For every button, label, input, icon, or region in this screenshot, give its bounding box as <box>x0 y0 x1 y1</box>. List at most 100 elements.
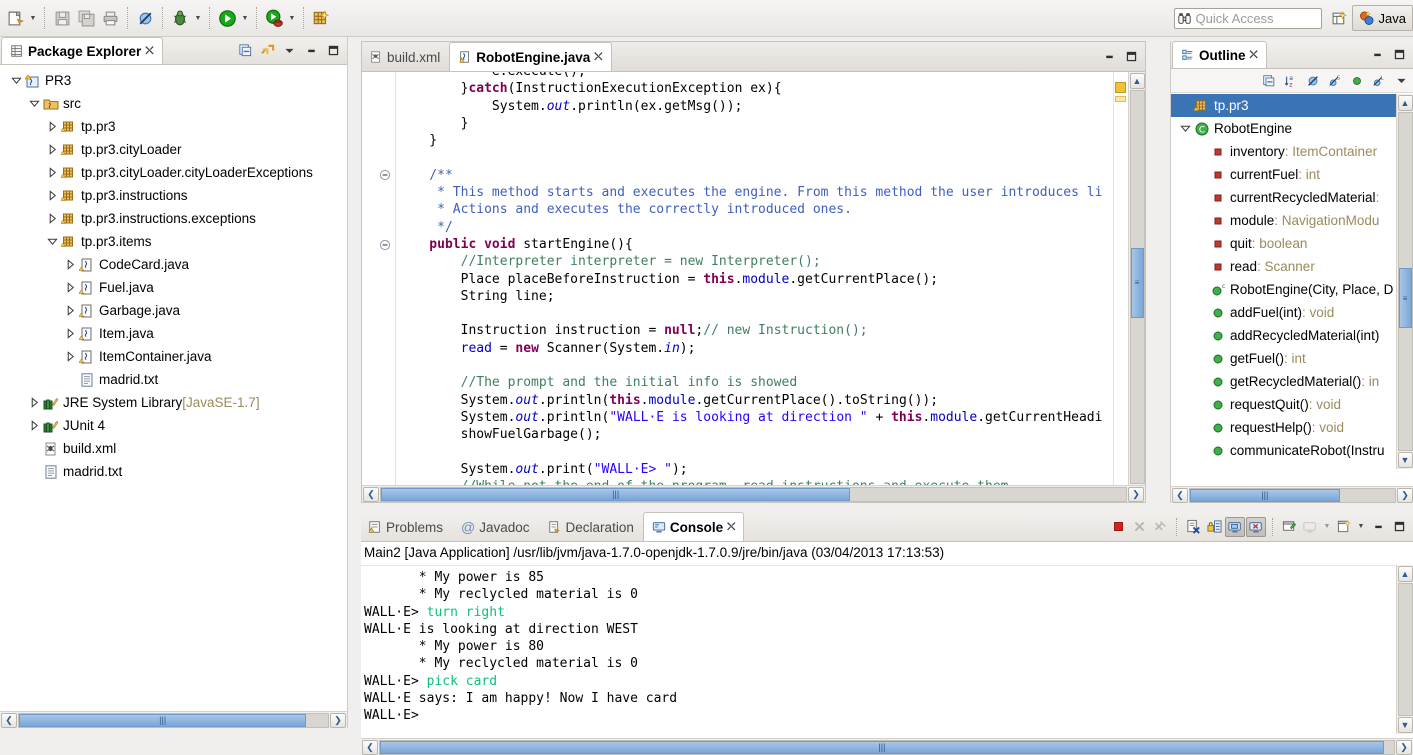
close-icon[interactable]: ⛌ <box>594 50 602 64</box>
console-vscrollbar[interactable]: ▲ ▼ <box>1396 565 1413 734</box>
outline-item[interactable]: currentFuel : int <box>1171 163 1396 186</box>
hscroll-thumb[interactable]: ||| <box>1190 488 1340 502</box>
twisty-expanded-icon[interactable] <box>8 73 24 89</box>
twisty-collapsed-icon[interactable] <box>62 257 78 273</box>
tab-outline[interactable]: Outline ⛌ <box>1172 41 1267 68</box>
outline-item[interactable]: requestHelp() : void <box>1171 416 1396 439</box>
twisty-collapsed-icon[interactable] <box>44 119 60 135</box>
minimize-icon[interactable] <box>301 41 321 61</box>
tree-item[interactable]: madrid.txt <box>0 460 347 483</box>
scroll-right-arrow[interactable]: ❯ <box>1397 487 1413 503</box>
scroll-left-arrow[interactable]: ❮ <box>1 712 17 728</box>
outline-item[interactable]: addRecycledMaterial(int) <box>1171 324 1396 347</box>
link-with-editor-icon[interactable] <box>257 41 277 61</box>
tree-item[interactable]: Garbage.java <box>0 299 347 322</box>
package-explorer-hscrollbar[interactable]: ❮ ||| ❯ <box>0 711 347 728</box>
maximize-icon[interactable] <box>1121 47 1141 67</box>
tab-package-explorer[interactable]: Package Explorer ⛌ <box>1 37 163 64</box>
hscroll-track[interactable]: ||| <box>18 712 329 728</box>
view-menu-icon[interactable] <box>279 41 299 61</box>
scroll-right-arrow[interactable]: ❯ <box>1396 739 1412 755</box>
scroll-right-arrow[interactable]: ❯ <box>330 712 346 728</box>
scroll-left-arrow[interactable]: ❮ <box>363 486 379 502</box>
tree-item[interactable]: Fuel.java <box>0 276 347 299</box>
maximize-icon[interactable] <box>323 41 343 61</box>
twisty-collapsed-icon[interactable] <box>62 303 78 319</box>
twisty-expanded-icon[interactable] <box>26 96 42 112</box>
skip-all-breakpoints-button[interactable] <box>133 6 157 30</box>
package-explorer-tree[interactable]: PR3 src tp.pr3 tp.pr3.cityLoader tp.pr3.city… <box>0 65 347 703</box>
editor-hscrollbar[interactable]: ❮ ||| ❯ <box>362 485 1145 502</box>
twisty-collapsed-icon[interactable] <box>62 280 78 296</box>
clear-console-button[interactable] <box>1183 517 1203 537</box>
tree-item[interactable]: madrid.txt <box>0 368 347 391</box>
tree-item[interactable]: src <box>0 92 347 115</box>
hscroll-thumb[interactable]: ||| <box>381 487 851 501</box>
run-dropdown-arrow[interactable]: ▼ <box>239 6 251 30</box>
outline-item[interactable]: currentRecycledMaterial : <box>1171 186 1396 209</box>
print-button[interactable] <box>98 6 122 30</box>
show-console-on-error-button[interactable] <box>1246 516 1266 537</box>
hscroll-track[interactable]: ||| <box>379 739 1395 755</box>
outline-item[interactable]: C RobotEngine <box>1171 117 1396 140</box>
sort-az-icon[interactable]: az <box>1281 71 1301 91</box>
scroll-up-arrow[interactable]: ▲ <box>1397 566 1413 582</box>
perspective-java-button[interactable]: Java <box>1351 5 1413 31</box>
outline-item[interactable]: read : Scanner <box>1171 255 1396 278</box>
tree-item[interactable]: tp.pr3.cityLoader <box>0 138 347 161</box>
vscroll-thumb[interactable]: ≡ <box>1398 268 1412 329</box>
hide-local-icon[interactable]: L <box>1369 71 1389 91</box>
new-wizard-dropdown-arrow[interactable]: ▼ <box>27 6 39 30</box>
hide-fields-icon[interactable] <box>1303 71 1323 91</box>
display-console-dropdown-arrow[interactable]: ▼ <box>1321 515 1333 539</box>
tree-item[interactable]: PR3 <box>0 69 347 92</box>
collapse-all-icon[interactable] <box>235 41 255 61</box>
tree-item[interactable]: Item.java <box>0 322 347 345</box>
outline-item[interactable]: inventory : ItemContainer <box>1171 140 1396 163</box>
close-icon[interactable]: ⛌ <box>145 44 153 58</box>
new-wizard-button[interactable] <box>3 6 27 30</box>
outline-item[interactable]: quit : boolean <box>1171 232 1396 255</box>
editor-code-area[interactable]: e.execute(); }catch(InstructionExecution… <box>396 72 1113 502</box>
outline-item[interactable]: requestQuit() : void <box>1171 393 1396 416</box>
minimize-icon[interactable] <box>1368 517 1388 537</box>
tree-item[interactable]: tp.pr3 <box>0 115 347 138</box>
hide-nonpublic-icon[interactable] <box>1347 71 1367 91</box>
twisty-expanded-icon[interactable] <box>44 234 60 250</box>
open-console-dropdown-arrow[interactable]: ▼ <box>1355 515 1367 539</box>
debug-dropdown-arrow[interactable]: ▼ <box>192 6 204 30</box>
console-output-area[interactable]: * My power is 85 * My reclycled material… <box>361 565 1396 734</box>
scroll-down-arrow[interactable]: ▼ <box>1397 452 1413 468</box>
hscroll-thumb[interactable]: ||| <box>380 740 1384 754</box>
collapse-all-icon[interactable] <box>1259 71 1279 91</box>
tree-item[interactable]: ItemContainer.java <box>0 345 347 368</box>
hscroll-thumb[interactable]: ||| <box>19 713 307 727</box>
close-icon[interactable]: ⛌ <box>727 520 735 534</box>
twisty-collapsed-icon[interactable] <box>44 142 60 158</box>
maximize-icon[interactable] <box>1389 517 1409 537</box>
tab-javadoc[interactable]: @ Javadoc <box>452 512 539 541</box>
scroll-down-arrow[interactable]: ▼ <box>1397 717 1413 733</box>
new-java-project-button[interactable] <box>309 6 333 30</box>
twisty-collapsed-icon[interactable] <box>62 349 78 365</box>
twisty-collapsed-icon[interactable] <box>26 395 42 411</box>
hide-static-icon[interactable]: S <box>1325 71 1345 91</box>
open-perspective-button[interactable] <box>1328 6 1352 30</box>
quick-access-input[interactable]: Quick Access <box>1173 7 1322 29</box>
save-button[interactable] <box>50 6 74 30</box>
outline-item[interactable]: c RobotEngine(City, Place, D <box>1171 278 1396 301</box>
console-output-text[interactable]: * My power is 85 * My reclycled material… <box>361 566 1396 725</box>
scroll-right-arrow[interactable]: ❯ <box>1128 486 1144 502</box>
save-all-button[interactable] <box>74 6 98 30</box>
outline-item[interactable]: module : NavigationModu <box>1171 209 1396 232</box>
outline-item[interactable]: getFuel() : int <box>1171 347 1396 370</box>
tree-item[interactable]: CodeCard.java <box>0 253 347 276</box>
outline-hscrollbar[interactable]: ❮ ||| ❯ <box>1171 486 1413 503</box>
hscroll-track[interactable]: ||| <box>380 486 1127 502</box>
console-hscrollbar[interactable]: ❮ ||| ❯ <box>361 738 1413 755</box>
twisty-collapsed-icon[interactable] <box>62 326 78 342</box>
tab-declaration[interactable]: Declaration <box>539 512 643 541</box>
twisty-collapsed-icon[interactable] <box>26 418 42 434</box>
pin-console-button[interactable] <box>1279 517 1299 537</box>
external-tools-button[interactable] <box>262 6 286 30</box>
